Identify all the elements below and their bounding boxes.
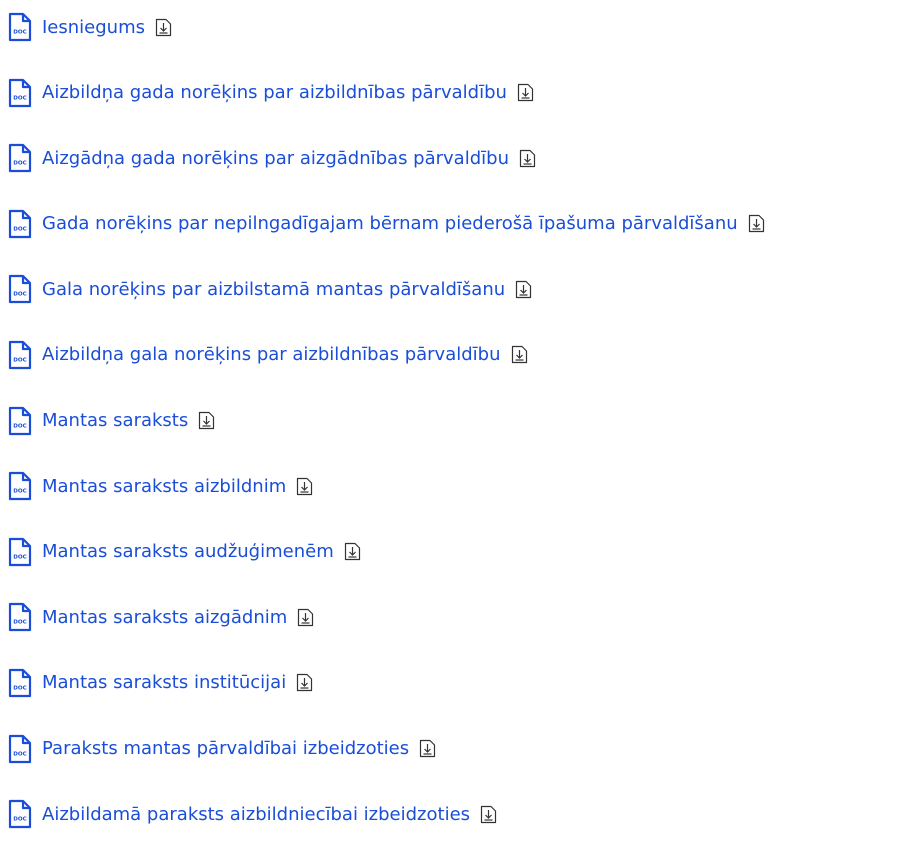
document-link[interactable]: Mantas saraksts bbox=[42, 410, 215, 431]
list-item: DOC Mantas saraksts institūcijai bbox=[8, 662, 908, 704]
file-type-badge: DOC bbox=[13, 357, 27, 363]
doc-file-icon: DOC bbox=[8, 537, 32, 567]
list-item: DOC Iesniegums bbox=[8, 6, 908, 48]
list-item: DOC Mantas saraksts bbox=[8, 400, 908, 442]
document-link[interactable]: Gala norēķins par aizbilstamā mantas pār… bbox=[42, 279, 532, 300]
document-link-label: Aizbildņa gala norēķins par aizbildnības… bbox=[42, 344, 501, 366]
list-item: DOC Gala norēķins par aizbilstamā mantas… bbox=[8, 268, 908, 310]
document-link[interactable]: Aizbildamā paraksts aizbildniecībai izbe… bbox=[42, 804, 497, 825]
file-type-badge: DOC bbox=[13, 30, 27, 36]
document-list: DOC Iesniegums DOC Aizbildņa gada norēķi… bbox=[8, 6, 908, 859]
doc-file-icon: DOC bbox=[8, 274, 32, 304]
file-type-badge: DOC bbox=[13, 817, 27, 823]
file-type-badge: DOC bbox=[13, 292, 27, 298]
file-type-badge: DOC bbox=[13, 226, 27, 232]
doc-file-icon: DOC bbox=[8, 78, 32, 108]
download-icon[interactable] bbox=[296, 673, 313, 692]
list-item: DOC Aizgādņa gada norēķins par aizgādnīb… bbox=[8, 137, 908, 179]
list-item: DOC Mantas saraksts aizbildnim bbox=[8, 465, 908, 507]
download-icon[interactable] bbox=[748, 214, 765, 233]
doc-file-icon: DOC bbox=[8, 799, 32, 829]
list-item: DOC Mantas saraksts audžuģimenēm bbox=[8, 531, 908, 573]
download-icon[interactable] bbox=[519, 149, 536, 168]
file-type-badge: DOC bbox=[13, 620, 27, 626]
list-item: DOC Mantas saraksts aizgādnim bbox=[8, 596, 908, 638]
document-link-label: Mantas saraksts audžuģimenēm bbox=[42, 541, 334, 563]
document-link[interactable]: Aizgādņa gada norēķins par aizgādnības p… bbox=[42, 148, 536, 169]
doc-file-icon: DOC bbox=[8, 143, 32, 173]
document-link-label: Aizbildamā paraksts aizbildniecībai izbe… bbox=[42, 803, 471, 825]
document-link-label: Mantas saraksts institūcijai bbox=[42, 672, 287, 694]
document-link-label: Aizbildņa gada norēķins par aizbildnības… bbox=[42, 82, 507, 104]
doc-file-icon: DOC bbox=[8, 340, 32, 370]
document-link-label: Mantas saraksts aizbildnim bbox=[42, 475, 287, 497]
document-link[interactable]: Mantas saraksts institūcijai bbox=[42, 672, 313, 693]
download-icon[interactable] bbox=[296, 477, 313, 496]
document-link[interactable]: Mantas saraksts audžuģimenēm bbox=[42, 541, 361, 562]
document-link[interactable]: Mantas saraksts aizbildnim bbox=[42, 476, 313, 497]
document-link[interactable]: Iesniegums bbox=[42, 17, 172, 38]
list-item: DOC Gada norēķins par nepilngadīgajam bē… bbox=[8, 203, 908, 245]
document-link[interactable]: Aizbildņa gala norēķins par aizbildnības… bbox=[42, 344, 528, 365]
download-icon[interactable] bbox=[480, 805, 497, 824]
download-icon[interactable] bbox=[155, 18, 172, 37]
download-icon[interactable] bbox=[419, 739, 436, 758]
doc-file-icon: DOC bbox=[8, 668, 32, 698]
download-icon[interactable] bbox=[344, 542, 361, 561]
download-icon[interactable] bbox=[297, 608, 314, 627]
doc-file-icon: DOC bbox=[8, 209, 32, 239]
doc-file-icon: DOC bbox=[8, 602, 32, 632]
document-link[interactable]: Gada norēķins par nepilngadīgajam bērnam… bbox=[42, 213, 765, 234]
file-type-badge: DOC bbox=[13, 161, 27, 167]
download-icon[interactable] bbox=[198, 411, 215, 430]
file-type-badge: DOC bbox=[13, 751, 27, 757]
list-item: DOC Paraksts mantas pārvaldībai izbeidzo… bbox=[8, 728, 908, 770]
file-type-badge: DOC bbox=[13, 489, 27, 495]
file-type-badge: DOC bbox=[13, 95, 27, 101]
file-type-badge: DOC bbox=[13, 554, 27, 560]
document-link-label: Gala norēķins par aizbilstamā mantas pār… bbox=[42, 278, 506, 300]
doc-file-icon: DOC bbox=[8, 12, 32, 42]
document-link-label: Mantas saraksts bbox=[42, 410, 189, 432]
file-type-badge: DOC bbox=[13, 685, 27, 691]
list-item: DOC Aizbildamā paraksts aizbildniecībai … bbox=[8, 793, 908, 835]
document-link-label: Mantas saraksts aizgādnim bbox=[42, 606, 288, 628]
document-link-label: Aizgādņa gada norēķins par aizgādnības p… bbox=[42, 147, 509, 169]
document-link-label: Iesniegums bbox=[42, 16, 145, 38]
doc-file-icon: DOC bbox=[8, 471, 32, 501]
document-link-label: Paraksts mantas pārvaldībai izbeidzoties bbox=[42, 738, 410, 760]
download-icon[interactable] bbox=[515, 280, 532, 299]
list-item: DOC Aizbildņa gada norēķins par aizbildn… bbox=[8, 72, 908, 114]
file-type-badge: DOC bbox=[13, 423, 27, 429]
download-icon[interactable] bbox=[517, 83, 534, 102]
document-link-label: Gada norēķins par nepilngadīgajam bērnam… bbox=[42, 213, 738, 235]
document-link[interactable]: Aizbildņa gada norēķins par aizbildnības… bbox=[42, 82, 534, 103]
download-icon[interactable] bbox=[511, 345, 528, 364]
document-link[interactable]: Mantas saraksts aizgādnim bbox=[42, 607, 314, 628]
list-item: DOC Aizbildņa gala norēķins par aizbildn… bbox=[8, 334, 908, 376]
doc-file-icon: DOC bbox=[8, 406, 32, 436]
document-link[interactable]: Paraksts mantas pārvaldībai izbeidzoties bbox=[42, 738, 436, 759]
doc-file-icon: DOC bbox=[8, 734, 32, 764]
